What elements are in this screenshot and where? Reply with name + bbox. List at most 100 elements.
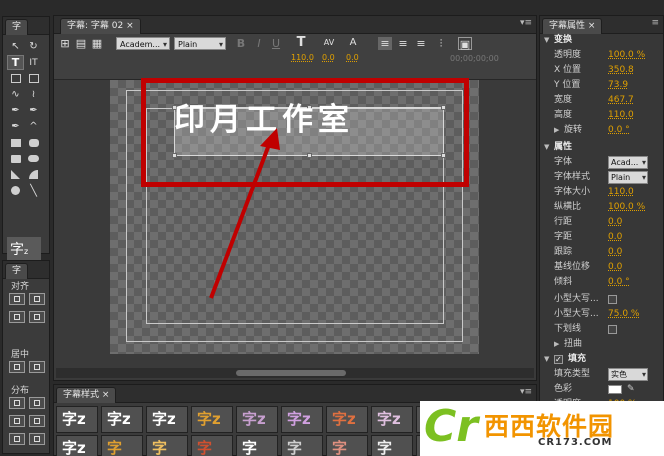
collapse-triangle-icon[interactable]: ▶ — [554, 337, 559, 352]
underline-checkbox[interactable] — [608, 325, 617, 334]
smallcaps-size-value[interactable]: 75.0 % — [608, 307, 639, 322]
tab-title-actions[interactable]: 字 — [5, 263, 29, 279]
smallcaps-checkbox[interactable] — [608, 295, 617, 304]
styles-menu-icon[interactable]: ▾≡ — [520, 387, 532, 397]
delete-anchor-tool-icon[interactable]: ✒ — [7, 119, 24, 134]
fill-checkbox-checked[interactable]: ✓ — [554, 355, 563, 364]
area-type-tool-icon[interactable] — [7, 71, 24, 86]
tab-title-tools[interactable]: 字 — [5, 19, 29, 35]
distribute-left-button[interactable] — [9, 397, 25, 409]
property-row-value[interactable]: 0.0 — [608, 215, 622, 230]
wedge-tool-icon[interactable] — [7, 167, 24, 182]
transform-row-value[interactable]: 73.9 — [608, 78, 628, 93]
expand-triangle-icon[interactable]: ▼ — [544, 352, 549, 367]
tool-grid: ↖ ↻ T IT ∿ ≀ ✒ ✒ ✒ ^ ╲ — [7, 38, 47, 198]
vertical-area-type-tool-icon[interactable] — [25, 71, 42, 86]
font-dropdown[interactable]: Acad... — [608, 156, 648, 169]
style-swatch[interactable]: 字z — [101, 406, 143, 433]
expand-triangle-icon[interactable]: ▼ — [544, 140, 549, 155]
eyedropper-icon[interactable]: ✎ — [627, 382, 635, 397]
fill-type-dropdown[interactable]: 实色 — [608, 368, 648, 381]
distort-row[interactable]: ▶ 扭曲 — [540, 337, 664, 352]
vertical-type-tool-icon[interactable]: IT — [25, 55, 42, 70]
style-swatch[interactable]: 字z — [191, 406, 233, 433]
style-swatch[interactable]: 字z — [281, 406, 323, 433]
props-menu-icon[interactable]: ≡ — [651, 18, 659, 28]
property-row-label: 倾斜 — [554, 277, 573, 287]
align-center-button[interactable] — [29, 293, 45, 305]
close-icon[interactable]: × — [588, 21, 596, 31]
property-row-value[interactable]: 0.0 — [608, 245, 622, 260]
rounded-rect-tool-icon[interactable] — [25, 135, 42, 150]
fill-section-header[interactable]: ▼ ✓ 填充 — [540, 352, 664, 367]
style-swatch[interactable]: 字z — [56, 435, 98, 456]
style-swatch[interactable]: 字 — [146, 435, 188, 456]
close-icon[interactable]: × — [102, 390, 110, 400]
vertical-path-type-tool-icon[interactable]: ≀ — [25, 87, 42, 102]
expand-triangle-icon[interactable]: ▼ — [544, 33, 549, 48]
distribute-bottom-button[interactable] — [29, 433, 45, 445]
rotation-tool-icon[interactable]: ↻ — [25, 39, 42, 54]
properties-section-header[interactable]: ▼ 属性 — [540, 140, 664, 155]
property-row-value[interactable]: 100.0 % — [608, 200, 645, 215]
fill-color-row: 色彩 ✎ — [540, 382, 664, 397]
align-middle-button[interactable] — [29, 311, 45, 323]
transform-row: 高度 110.0 — [540, 108, 664, 123]
type-tool-icon[interactable]: T — [7, 55, 24, 70]
style-swatch[interactable]: 字z — [371, 406, 413, 433]
style-swatch[interactable]: 字 — [281, 435, 323, 456]
properties-section-label: 属性 — [554, 142, 573, 152]
fill-type-row: 填充类型 实色 — [540, 367, 664, 382]
distribute-top-button[interactable] — [29, 415, 45, 427]
pen-tool-icon[interactable]: ✒ — [7, 103, 24, 118]
distribute-middle-button[interactable] — [9, 433, 25, 445]
transform-row-label: X 位置 — [554, 65, 582, 75]
style-swatch[interactable]: 字 — [326, 435, 368, 456]
collapse-triangle-icon[interactable]: ▶ — [554, 123, 559, 138]
scroll-thumb[interactable] — [236, 370, 346, 376]
align-heading: 对齐 — [11, 282, 30, 292]
distribute-center-button[interactable] — [29, 397, 45, 409]
convert-anchor-tool-icon[interactable]: ^ — [25, 119, 42, 134]
style-swatch[interactable]: 字z — [236, 406, 278, 433]
tab-title-properties[interactable]: 字幕属性 × — [542, 18, 603, 34]
transform-row-value[interactable]: 467.7 — [608, 93, 634, 108]
add-anchor-tool-icon[interactable]: ✒ — [25, 103, 42, 118]
path-type-tool-icon[interactable]: ∿ — [7, 87, 24, 102]
transform-section-header[interactable]: ▼ 变换 — [540, 33, 664, 48]
fill-color-swatch[interactable] — [608, 385, 622, 394]
align-top-button[interactable] — [9, 311, 25, 323]
style-swatch[interactable]: 字z — [326, 406, 368, 433]
align-left-button[interactable] — [9, 293, 25, 305]
actions-tabbar: 字 — [3, 261, 49, 279]
style-swatch[interactable]: 字 — [371, 435, 413, 456]
font-style-dropdown[interactable]: Plain — [608, 171, 648, 184]
transform-row-value[interactable]: 100.0 % — [608, 48, 645, 63]
center-horizontal-button[interactable] — [9, 361, 25, 373]
property-row-value[interactable]: 0.0 ° — [608, 275, 630, 290]
transform-row-value[interactable]: 110.0 — [608, 108, 634, 123]
property-row-value[interactable]: 110.0 — [608, 185, 634, 200]
transform-row-value[interactable]: 350.8 — [608, 63, 634, 78]
transform-row-value[interactable]: 0.0 ° — [608, 123, 630, 138]
ellipse-tool-icon[interactable] — [7, 183, 24, 198]
center-vertical-button[interactable] — [29, 361, 45, 373]
clipped-corner-rect-tool-icon[interactable] — [7, 151, 24, 166]
tab-title-styles[interactable]: 字幕样式 × — [56, 387, 117, 403]
rounded-corner-rect-tool-icon[interactable] — [25, 151, 42, 166]
horizontal-scrollbar[interactable] — [56, 368, 534, 378]
style-swatch[interactable]: 字 — [191, 435, 233, 456]
rectangle-tool-icon[interactable] — [7, 135, 24, 150]
property-row-value[interactable]: 0.0 — [608, 260, 622, 275]
line-tool-icon[interactable]: ╲ — [25, 183, 42, 198]
selection-tool-icon[interactable]: ↖ — [7, 39, 24, 54]
arc-tool-icon[interactable] — [25, 167, 42, 182]
style-swatch[interactable]: 字z — [56, 406, 98, 433]
style-swatch[interactable]: 字 — [236, 435, 278, 456]
red-arrow-annotation — [209, 128, 280, 299]
distribute-right-button[interactable] — [9, 415, 25, 427]
style-swatch[interactable]: 字 — [101, 435, 143, 456]
property-row-value[interactable]: 0.0 — [608, 230, 622, 245]
property-row: 行距 0.0 — [540, 215, 664, 230]
style-swatch[interactable]: 字z — [146, 406, 188, 433]
